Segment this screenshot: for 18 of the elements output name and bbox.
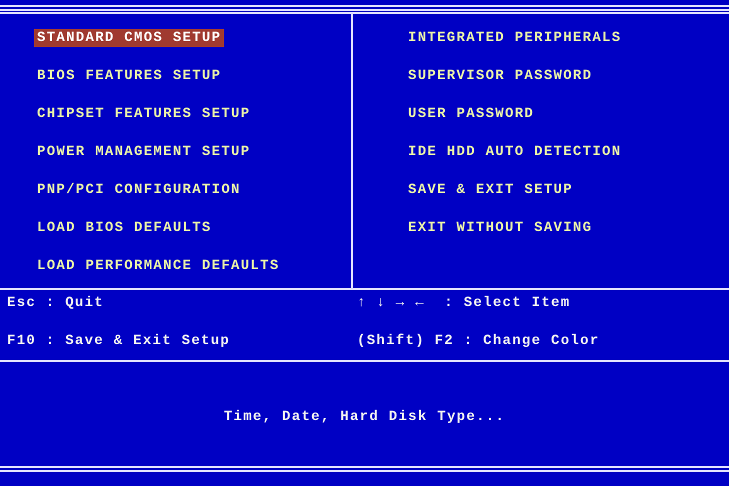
menu-item[interactable]: CHIPSET FEATURES SETUP [34,105,254,123]
menu-item[interactable]: EXIT WITHOUT SAVING [405,219,596,237]
menu-item[interactable]: POWER MANAGEMENT SETUP [34,143,254,161]
menu-item[interactable]: SUPERVISOR PASSWORD [405,67,596,85]
menu-item[interactable]: IDE HDD AUTO DETECTION [405,143,624,161]
item-description: Time, Date, Hard Disk Type... [224,408,506,424]
key-hint: Esc : Quit [7,295,106,311]
key-hint: ↑ ↓ → ← : Select Item [357,295,572,311]
menu-item[interactable]: USER PASSWORD [405,105,538,123]
menu-item[interactable]: STANDARD CMOS SETUP [34,29,224,47]
menu-item[interactable]: LOAD BIOS DEFAULTS [34,219,215,237]
menu-item[interactable]: INTEGRATED PERIPHERALS [405,29,624,47]
menu-item[interactable]: LOAD PERFORMANCE DEFAULTS [34,257,283,275]
menu-item[interactable]: PNP/PCI CONFIGURATION [34,181,244,199]
menu-item[interactable]: BIOS FEATURES SETUP [34,67,224,85]
menu-item[interactable]: SAVE & EXIT SETUP [405,181,576,199]
key-hint: F10 : Save & Exit Setup [7,333,232,349]
key-hint: (Shift) F2 : Change Color [357,333,601,349]
